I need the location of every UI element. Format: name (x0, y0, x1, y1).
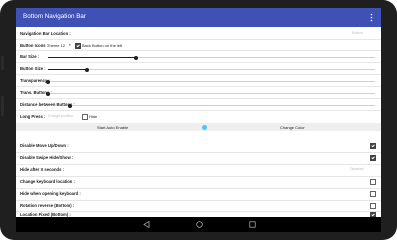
action-bar: Start Auto Enable Change Color (16, 123, 381, 131)
change-color-button[interactable]: Change Color (280, 125, 305, 130)
button-icons-label: Button Icons : (20, 43, 49, 48)
row-long-press: Long Press : Change position Hide (16, 111, 381, 122)
start-auto-enable-button[interactable]: Start Auto Enable (97, 125, 128, 130)
rotation-reverse-checkbox[interactable] (370, 202, 376, 209)
hide-label: Hide (89, 114, 98, 119)
back-icon[interactable] (143, 221, 150, 228)
long-press-label: Long Press : (20, 114, 46, 119)
hide-keyboard-label: Hide when opening keyboard : (20, 191, 81, 196)
system-navigation-bar (16, 217, 381, 232)
trans-buttons-track[interactable] (48, 93, 375, 95)
hide-keyboard-checkbox[interactable] (370, 190, 376, 197)
trans-buttons-thumb[interactable] (46, 91, 50, 96)
transparency-track[interactable] (48, 81, 375, 83)
hide-after-value[interactable]: Disabled (350, 167, 364, 171)
button-size-thumb[interactable] (85, 67, 90, 72)
app-title: Bottom Navigation Bar (23, 13, 86, 20)
tablet-frame: Bottom Navigation Bar Navigation Bar Loc… (0, 0, 397, 240)
nav-location-label: Navigation Bar Location : (20, 31, 71, 36)
hide-checkbox[interactable] (82, 113, 88, 120)
hide-after-label: Hide after X seconds : (20, 167, 64, 172)
distance-buttons-label: Distance between Buttons : (20, 102, 75, 107)
back-left-checkbox[interactable] (75, 43, 81, 49)
palette-icon[interactable] (202, 124, 207, 130)
volume-up-button (1, 56, 4, 70)
button-size-fill (48, 69, 88, 71)
button-size-label: Button Size : (20, 66, 46, 71)
transparency-thumb[interactable] (46, 79, 50, 84)
recent-apps-icon[interactable] (249, 221, 256, 228)
bar-size-fill (48, 57, 137, 59)
home-icon[interactable] (196, 221, 203, 228)
button-size-track[interactable] (48, 69, 375, 71)
more-vert-icon[interactable] (370, 13, 373, 22)
distance-buttons-thumb[interactable] (68, 103, 72, 108)
screen: Bottom Navigation Bar Navigation Bar Loc… (16, 8, 381, 232)
change-keyboard-checkbox[interactable] (370, 178, 376, 185)
settings-content[interactable]: Navigation Bar Location : Bottom Button … (16, 27, 381, 218)
theme-spinner[interactable]: Theme 12 (47, 43, 65, 48)
disable-swipe-label: Disable Swipe Hide/Show : (20, 155, 74, 160)
bar-size-label: Bar Size : (20, 54, 40, 59)
back-left-label: Back Button on the left (82, 43, 123, 48)
app-bar: Bottom Navigation Bar (16, 8, 381, 27)
bar-size-thumb[interactable] (134, 55, 139, 60)
nav-location-value[interactable]: Bottom (352, 31, 363, 35)
disable-move-label: Disable Move Up/Down : (20, 143, 69, 148)
disable-move-checkbox[interactable] (370, 142, 376, 149)
chevron-down-icon[interactable]: ▾ (69, 43, 71, 47)
disable-swipe-checkbox[interactable] (370, 154, 376, 161)
rotation-reverse-label: Rotation reverse (Bottom) : (20, 203, 75, 208)
distance-buttons-track[interactable] (70, 105, 375, 107)
power-button (1, 96, 4, 116)
long-press-hint[interactable]: Change position (48, 114, 73, 118)
change-keyboard-label: Change keyboard location : (20, 179, 75, 184)
